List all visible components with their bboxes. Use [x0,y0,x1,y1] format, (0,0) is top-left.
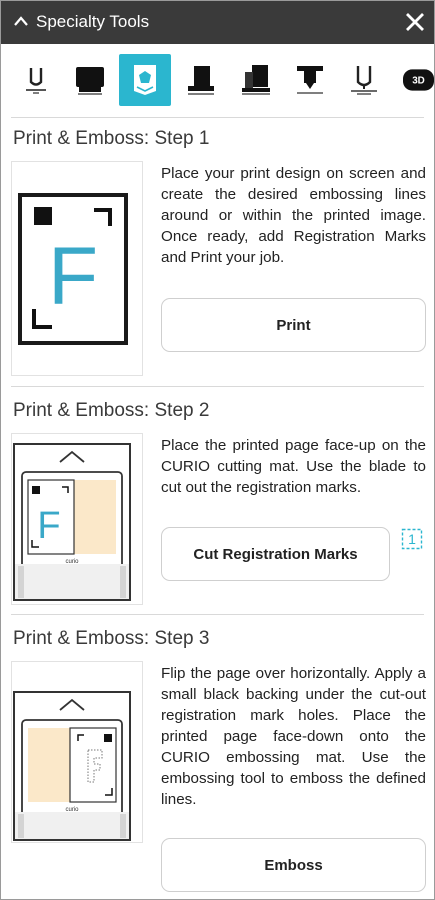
close-icon[interactable] [404,11,426,33]
tool-selector: 3D [1,44,434,118]
print-design-illustration: F [18,193,128,345]
print-tool-button[interactable] [64,54,116,106]
3d-tool-icon: 3D [403,69,434,91]
step-2-thumbnail: F curio [11,433,143,605]
specialty-tools-panel: Specialty Tools 3D Print & Emboss: Step … [0,0,435,900]
print-button[interactable]: Print [161,298,426,352]
step-3-title: Print & Emboss: Step 3 [13,628,210,649]
divider [11,117,424,118]
step-1-thumbnail: F [11,161,143,376]
layer-tool-icon [242,65,270,95]
step-3-description: Flip the page over horizontally. Apply a… [161,665,426,808]
cut-registration-marks-button[interactable]: Cut Registration Marks [161,527,390,581]
collapse-chevron-icon[interactable] [13,13,29,29]
print-emboss-icon [134,65,156,95]
layer-tool-button[interactable] [230,54,282,106]
thumb-letter: F [37,505,60,547]
stipple-tool-button[interactable] [175,54,227,106]
thumb-letter: F [48,231,98,322]
step-2-description: Place the printed page face-up on the CU… [161,437,426,496]
title-bar: Specialty Tools [1,1,434,44]
print-tool-icon [76,67,104,95]
panel-title: Specialty Tools [36,12,150,31]
3d-label: 3D [412,76,425,87]
emboss-button[interactable]: Emboss [161,838,426,892]
foil-tool-icon [297,66,323,94]
cutting-mat-illustration: F curio [13,443,131,601]
print-emboss-tool-button[interactable] [119,54,171,106]
step-2-title: Print & Emboss: Step 2 [13,400,210,421]
divider [11,614,424,615]
emboss-tool-icon [26,68,46,94]
pen-tool-button[interactable] [338,54,390,106]
step-1-title: Print & Emboss: Step 1 [13,128,210,149]
step-1-description: Place your print design on screen and cr… [161,165,426,266]
stipple-tool-icon [188,66,214,95]
emboss-tool-button[interactable] [10,54,62,106]
step-3-thumbnail: curio [11,661,143,843]
embossing-mat-illustration: curio [13,691,131,841]
pen-tool-icon [351,66,377,95]
foil-tool-button[interactable] [284,54,336,106]
help-badge-icon[interactable]: 1 [401,528,423,550]
divider [11,386,424,387]
3d-tool-button[interactable]: 3D [393,54,434,106]
help-badge-number: 1 [408,531,416,547]
